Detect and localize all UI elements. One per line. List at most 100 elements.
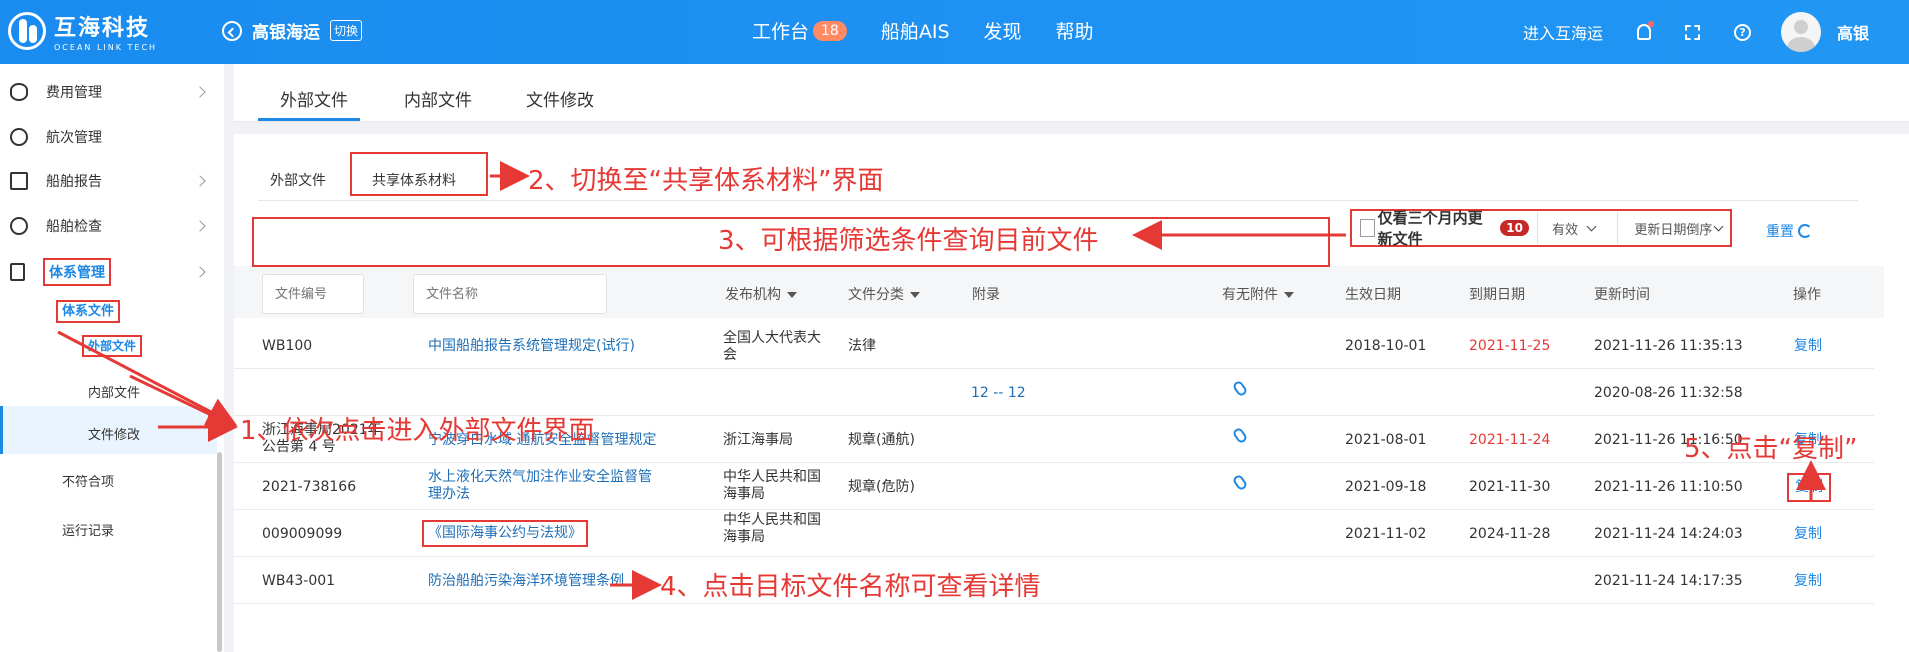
table-row: 009009099 《国际海事公约与法规》 中华人民共和国海事局 2021-11… [234,510,1874,557]
switch-company-button[interactable]: 切换 [330,20,363,41]
nav-workbench[interactable]: 工作台 18 [752,17,847,44]
recent-files-label: 仅看三个月内更新文件 [1377,209,1483,248]
caret-down-icon [787,292,797,298]
file-code: WB43-001 [262,573,336,589]
column-expire-date: 到期日期 [1469,287,1525,303]
annotation-step4: 4、点击目标文件名称可查看详情 [660,572,1041,602]
sidebar-item-ship-inspection[interactable]: 船舶检查 [0,214,210,238]
subtab-shared-materials[interactable]: 共享体系材料 [372,170,456,190]
sidebar-item-label: 费用管理 [46,85,102,101]
sidebar-sub-system-files[interactable]: 体系文件 [56,300,121,323]
chevron-right-icon [194,86,206,98]
tab-internal-files[interactable]: 内部文件 [404,86,472,111]
avatar[interactable] [1781,12,1822,52]
column-org[interactable]: 发布机构 [725,284,797,304]
reset-button[interactable]: 重置 [1766,221,1812,241]
enter-platform-link[interactable]: 进入互海运 [1523,20,1603,44]
company-switcher: 高银海运 切换 [222,18,363,43]
column-effective-date: 生效日期 [1345,287,1401,303]
file-code: 2021-738166 [262,479,357,495]
workbench-badge: 18 [813,20,847,41]
file-org: 中华人民共和国海事局 [723,512,821,545]
sidebar-sub-label: 体系文件 [56,300,121,323]
sidebar-sub-file-changes[interactable]: 文件修改 [88,424,140,443]
file-tabs: 外部文件 内部文件 文件修改 [234,64,1909,122]
company-logo[interactable]: 互海科技 OCEAN LINK TECH [8,10,157,52]
logo-name: 互海科技 [54,16,151,41]
paperclip-icon[interactable] [1231,426,1249,445]
subtab-external-files[interactable]: 外部文件 [270,170,326,190]
file-category: 规章(通航) [848,432,915,448]
column-appendix: 附录 [972,287,1000,303]
sidebar-item-expense[interactable]: 费用管理 [0,80,210,104]
column-updated-time: 更新时间 [1594,287,1650,303]
effective-date: 2021-11-02 [1345,526,1427,542]
globe-icon [10,128,28,146]
paperclip-icon[interactable] [1231,379,1249,398]
copy-button[interactable]: 复制 [1794,338,1822,355]
sidebar-sub-internal-files[interactable]: 内部文件 [88,382,140,401]
file-code: WB100 [262,338,313,354]
help-icon[interactable]: ? [1734,23,1752,41]
header-tools: 进入互海运 ? 高银 [1523,0,1869,64]
file-code: 009009099 [262,526,343,542]
column-attachment[interactable]: 有无附件 [1222,284,1294,304]
sidebar-item-label: 船舶报告 [46,174,102,190]
bell-icon[interactable] [1637,21,1655,40]
sidebar-sub-operation-records[interactable]: 运行记录 [62,520,114,539]
recent-files-checkbox[interactable] [1360,219,1375,237]
effective-date: 2018-10-01 [1345,338,1427,354]
nav-ship-ais[interactable]: 船舶AIS [881,17,950,44]
expire-date: 2021-11-24 [1469,432,1551,448]
nav-discover[interactable]: 发现 [984,17,1022,44]
sidebar-sub-external-files[interactable]: 外部文件 [82,335,143,357]
check-circle-icon [10,217,28,235]
copy-button[interactable]: 复制 [1794,526,1822,543]
file-name-link[interactable]: 水上液化天然气加注作业安全监督管理办法 [428,469,658,503]
sidebar-scrollbar[interactable] [217,452,222,652]
file-name-link[interactable]: 防治船舶污染海洋环境管理条例 [428,573,624,590]
file-category: 规章(危防) [848,479,915,495]
effective-date: 2021-08-01 [1345,432,1427,448]
tab-file-changes[interactable]: 文件修改 [526,86,594,111]
file-name-filter-input[interactable] [413,274,607,314]
sidebar-item-voyage[interactable]: 航次管理 [0,125,210,149]
expire-date: 2024-11-28 [1469,526,1551,542]
back-icon[interactable] [222,20,242,41]
document-icon [10,263,25,281]
chevron-right-icon [194,175,206,187]
sidebar-sub-nonconformity[interactable]: 不符合项 [62,471,114,490]
sidebar-item-system-management[interactable]: 体系管理 [0,257,210,287]
copy-button[interactable]: 复制 [1787,473,1831,502]
sort-select-value: 更新日期倒序 [1634,222,1713,238]
column-actions: 操作 [1793,287,1821,303]
username[interactable]: 高银 [1837,20,1869,44]
updated-time: 2021-11-24 14:24:03 [1594,526,1743,542]
logo-icon [8,12,46,50]
main-content: 外部文件 共享体系材料 仅看三个月内更新文件 10 有效 更新日期倒序 重置 发… [234,134,1909,652]
column-attachment-label: 有无附件 [1222,287,1278,303]
appendix-link[interactable]: 12 -- 12 [971,385,1026,402]
sidebar-item-ship-report[interactable]: 船舶报告 [0,169,210,193]
top-header: 互海科技 OCEAN LINK TECH 高银海运 切换 工作台 18 船舶AI… [0,0,1909,64]
status-select[interactable]: 有效 [1536,212,1603,244]
paperclip-icon[interactable] [1231,473,1249,492]
fullscreen-icon[interactable] [1685,24,1701,40]
database-icon [10,83,28,101]
file-name-link[interactable]: 中国船舶报告系统管理规定(试行) [428,338,635,355]
file-code-filter-input[interactable] [262,274,364,314]
column-org-label: 发布机构 [725,287,781,303]
table-row: WB43-001 防治船舶污染海洋环境管理条例 2021-11-24 14:17… [234,557,1874,604]
tab-external-files[interactable]: 外部文件 [280,86,348,111]
file-name-link[interactable]: 《国际海事公约与法规》 [422,520,588,547]
file-org: 全国人大代表大会 [723,330,821,363]
column-category[interactable]: 文件分类 [848,284,920,304]
updated-time: 2021-11-24 14:17:35 [1594,573,1743,589]
nav-help[interactable]: 帮助 [1056,17,1094,44]
copy-button[interactable]: 复制 [1794,573,1822,590]
updated-time: 2020-08-26 11:32:58 [1594,385,1743,401]
recent-files-count: 10 [1500,220,1529,236]
sort-select[interactable]: 更新日期倒序 [1617,212,1730,244]
nav-workbench-label: 工作台 [752,21,810,43]
file-org: 浙江海事局 [723,432,793,448]
